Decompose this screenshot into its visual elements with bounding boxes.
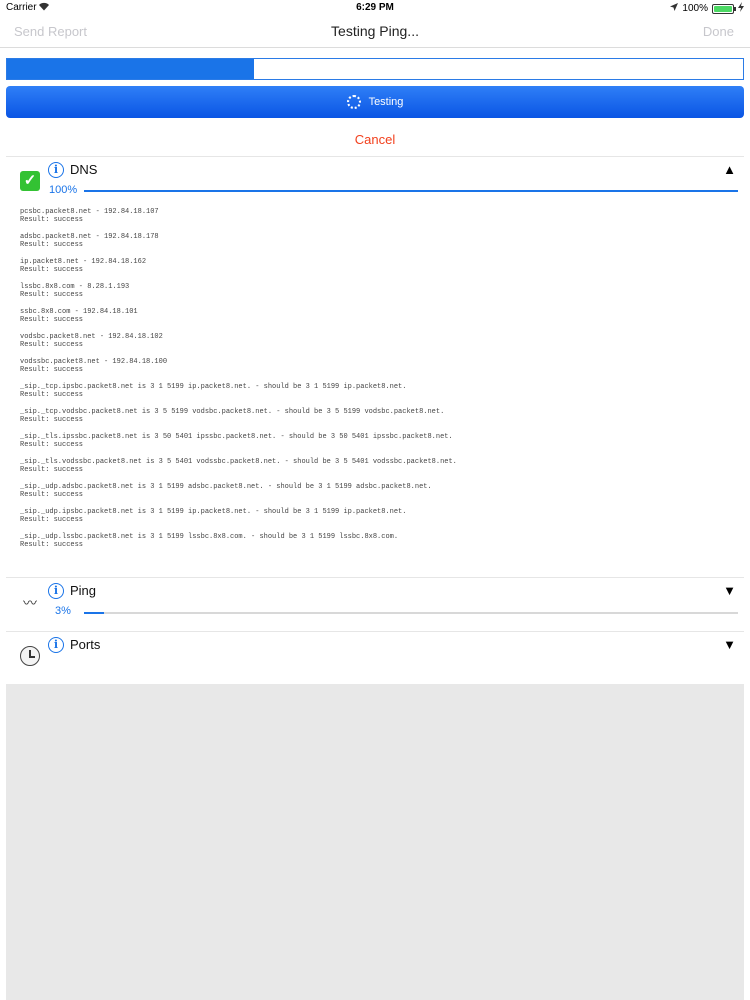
dns-log: pcsbc.packet8.net - 192.84.18.107 Result:… — [20, 208, 740, 558]
battery-icon — [712, 3, 736, 14]
overall-progress-fill — [7, 59, 254, 79]
spinner-icon — [346, 95, 361, 109]
log-entry-result: Result: success — [20, 416, 84, 424]
testing-button[interactable]: Testing — [6, 86, 744, 118]
clock-icon — [20, 646, 40, 666]
log-entry: _sip._tls.vodssbc.packet8.net is 3 5 540… — [20, 458, 740, 474]
log-entry-result: Result: success — [20, 241, 84, 249]
collapse-toggle-dns[interactable]: ▲ — [723, 162, 736, 177]
log-entry: adsbc.packet8.net - 192.84.18.178 Result:… — [20, 233, 740, 249]
log-entry-line: _sip._tcp.ipsbc.packet8.net is 3 1 5199 … — [20, 383, 407, 391]
info-icon[interactable]: i — [48, 637, 64, 653]
log-entry: _sip._tcp.ipsbc.packet8.net is 3 1 5199 … — [20, 383, 740, 399]
page-title: Testing Ping... — [331, 23, 419, 39]
charging-icon — [738, 2, 744, 15]
log-entry: _sip._tcp.vodsbc.packet8.net is 3 5 5199… — [20, 408, 740, 424]
status-bar: Carrier 6:29 PM 100% — [0, 0, 750, 16]
log-entry: _sip._udp.adsbc.packet8.net is 3 1 5199 … — [20, 483, 740, 499]
log-entry-line: _sip._udp.adsbc.packet8.net is 3 1 5199 … — [20, 483, 432, 491]
log-entry-result: Result: success — [20, 491, 84, 499]
log-entry-line: vodsbc.packet8.net - 192.84.18.102 — [20, 333, 163, 341]
done-button[interactable]: Done — [703, 24, 734, 39]
log-entry: _sip._udp.ipsbc.packet8.net is 3 1 5199 … — [20, 508, 740, 524]
log-entry-result: Result: success — [20, 266, 84, 274]
ping-progress-fill — [84, 612, 104, 614]
log-entry-result: Result: success — [20, 541, 84, 549]
dns-percent: 100% — [49, 184, 78, 196]
log-entry-result: Result: success — [20, 216, 84, 224]
section-title-ports: Ports — [70, 637, 101, 652]
battery-percent: 100% — [682, 3, 708, 14]
empty-content-area — [6, 684, 744, 1000]
dns-progress-track — [84, 190, 738, 192]
log-entry-result: Result: success — [20, 316, 84, 324]
log-entry-line: ip.packet8.net - 192.84.18.162 — [20, 258, 147, 266]
log-entry-line: _sip._tcp.vodsbc.packet8.net is 3 5 5199… — [20, 408, 445, 416]
log-entry-line: lssbc.8x8.com - 8.28.1.193 — [20, 283, 130, 291]
clock-time: 6:29 PM — [356, 2, 394, 13]
wave-icon: 〰 — [23, 595, 37, 611]
log-entry-line: _sip._udp.ipsbc.packet8.net is 3 1 5199 … — [20, 508, 407, 516]
log-entry: vodssbc.packet8.net - 192.84.18.100 Resul… — [20, 358, 740, 374]
log-entry-line: pcsbc.packet8.net - 192.84.18.107 — [20, 208, 159, 216]
dns-progress-fill — [84, 190, 738, 192]
log-entry: vodsbc.packet8.net - 192.84.18.102 Result… — [20, 333, 740, 349]
log-entry-line: _sip._tls.vodssbc.packet8.net is 3 5 540… — [20, 458, 457, 466]
log-entry-result: Result: success — [20, 466, 84, 474]
section-title-dns: DNS — [70, 162, 98, 177]
log-entry: ip.packet8.net - 192.84.18.162 Result: su… — [20, 258, 740, 274]
log-entry-result: Result: success — [20, 291, 84, 299]
overall-progress-bar — [6, 58, 744, 80]
section-ping: 〰 i Ping ▼ 3% — [6, 577, 744, 630]
ping-progress-track — [84, 612, 738, 614]
log-entry: _sip._tls.ipssbc.packet8.net is 3 50 540… — [20, 433, 740, 449]
section-title-ping: Ping — [70, 583, 97, 598]
log-entry-result: Result: success — [20, 516, 84, 524]
log-entry-result: Result: success — [20, 366, 84, 374]
log-entry-line: adsbc.packet8.net - 192.84.18.178 — [20, 233, 159, 241]
log-entry: pcsbc.packet8.net - 192.84.18.107 Result:… — [20, 208, 740, 224]
log-entry-result: Result: success — [20, 441, 84, 449]
log-entry-line: _sip._tls.ipssbc.packet8.net is 3 50 540… — [20, 433, 453, 441]
log-entry-result: Result: success — [20, 341, 84, 349]
navigation-bar: Send Report Testing Ping... Done — [0, 16, 750, 48]
status-right: 100% — [670, 2, 744, 15]
expand-toggle-ping[interactable]: ▼ — [723, 583, 736, 598]
expand-toggle-ports[interactable]: ▼ — [723, 637, 736, 652]
log-entry: lssbc.8x8.com - 8.28.1.193 Result: succes… — [20, 283, 740, 299]
log-entry-result: Result: success — [20, 391, 84, 399]
log-entry-line: ssbc.8x8.com - 192.84.18.101 — [20, 308, 138, 316]
info-icon[interactable]: i — [48, 583, 64, 599]
testing-label: Testing — [368, 96, 404, 108]
log-entry: _sip._udp.lssbc.packet8.net is 3 1 5199 … — [20, 533, 740, 549]
check-icon: ✓ — [20, 171, 40, 191]
log-entry-line: _sip._udp.lssbc.packet8.net is 3 1 5199 … — [20, 533, 399, 541]
log-entry-line: vodssbc.packet8.net - 192.84.18.100 — [20, 358, 168, 366]
section-ports: i Ports ▼ — [6, 631, 744, 684]
cancel-button[interactable]: Cancel — [0, 132, 750, 147]
location-icon — [670, 3, 679, 14]
ping-percent: 3% — [55, 605, 71, 617]
log-entry: ssbc.8x8.com - 192.84.18.101 Result: succ… — [20, 308, 740, 324]
info-icon[interactable]: i — [48, 162, 64, 178]
